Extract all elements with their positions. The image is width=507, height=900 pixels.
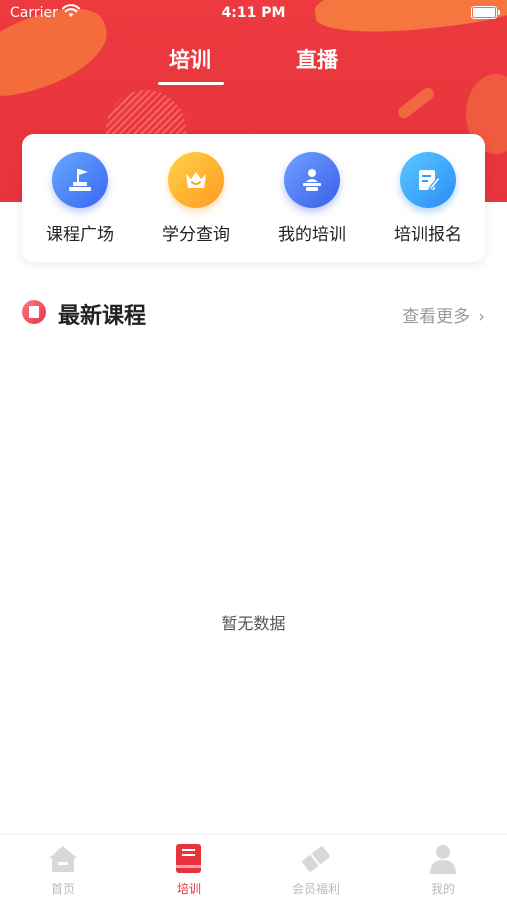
battery-icon	[471, 6, 500, 19]
nav-label: 我的	[430, 882, 455, 896]
tab-training[interactable]: 培训	[140, 44, 240, 74]
training-page: Carrier 4:11 PM 培训 直播 课程广场 学分查询 我的培训 培训报…	[0, 0, 507, 900]
lecturer-icon	[284, 152, 340, 208]
edit-form-icon	[400, 152, 456, 208]
quick-action-my-training[interactable]: 我的培训	[254, 152, 370, 245]
clock: 4:11 PM	[221, 5, 286, 21]
decorative-blob	[395, 85, 437, 121]
quick-action-label: 学分查询	[162, 225, 230, 245]
user-icon	[425, 841, 461, 877]
chevron-right-icon: ›	[478, 307, 485, 327]
active-tab-indicator	[158, 82, 224, 85]
quick-action-credit-query[interactable]: 学分查询	[138, 152, 254, 245]
empty-state-text: 暂无数据	[221, 614, 286, 633]
latest-courses-header: 最新课程 查看更多 ›	[22, 296, 485, 330]
ticket-icon	[298, 841, 334, 877]
quick-actions-card: 课程广场 学分查询 我的培训 培训报名	[22, 134, 485, 262]
nav-home[interactable]: 首页	[0, 841, 126, 897]
quick-action-label: 课程广场	[46, 225, 114, 245]
crown-icon	[168, 152, 224, 208]
nav-training[interactable]: 培训	[126, 841, 252, 897]
nav-label: 首页	[50, 882, 75, 896]
course-book-icon	[22, 300, 46, 324]
flag-podium-icon	[52, 152, 108, 208]
view-more-label: 查看更多	[402, 307, 471, 327]
top-tabs: 培训 直播	[0, 44, 507, 90]
quick-action-label: 培训报名	[394, 225, 462, 245]
bottom-nav: 首页 培训 会员福利 我的	[0, 834, 507, 900]
home-icon	[45, 841, 81, 877]
nav-label: 培训	[176, 882, 201, 896]
nav-mine[interactable]: 我的	[380, 841, 506, 897]
status-bar: Carrier 4:11 PM	[0, 0, 507, 28]
view-more-link[interactable]: 查看更多 ›	[402, 302, 485, 327]
tab-live[interactable]: 直播	[267, 44, 367, 74]
quick-action-label: 我的培训	[278, 225, 346, 245]
section-title: 最新课程	[58, 304, 147, 329]
nav-member-benefits[interactable]: 会员福利	[253, 841, 379, 897]
quick-action-course-plaza[interactable]: 课程广场	[22, 152, 138, 245]
quick-action-training-signup[interactable]: 培训报名	[370, 152, 486, 245]
nav-label: 会员福利	[291, 882, 340, 896]
book-icon	[171, 841, 207, 877]
